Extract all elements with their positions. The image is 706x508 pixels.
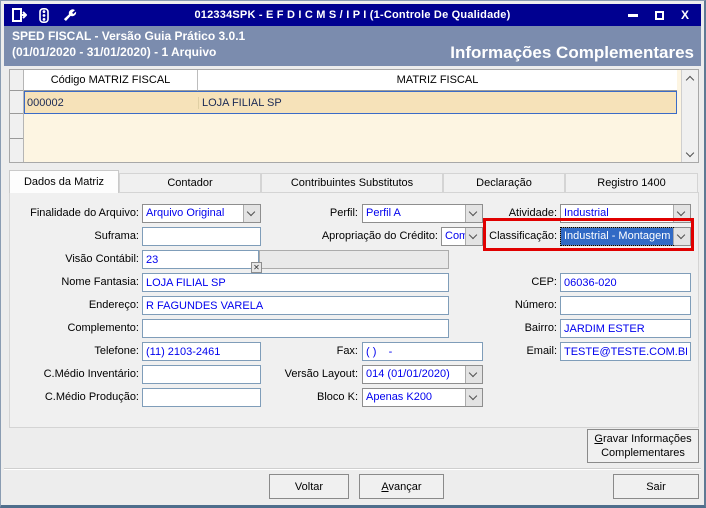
dropdown-arrow-icon[interactable]: [673, 228, 690, 245]
endereco-label: Endereço:: [88, 299, 139, 311]
bloco-k-value: Apenas K200: [366, 391, 433, 403]
exit-icon[interactable]: [11, 7, 27, 23]
column-header-matriz[interactable]: MATRIZ FISCAL: [198, 70, 677, 91]
app-window: 012334SPK - E F D I C M S / I P I (1-Con…: [0, 0, 706, 508]
classificacao-dropdown[interactable]: Industrial - Montagem: [560, 227, 691, 246]
table-scrollbar[interactable]: [681, 70, 698, 162]
avancar-underline: A: [381, 480, 389, 493]
nome-fantasia-label: Nome Fantasia:: [61, 276, 139, 288]
sair-button[interactable]: Sair: [613, 474, 699, 499]
chevron-up-icon: [685, 75, 695, 84]
classificacao-label: Classificação:: [489, 230, 557, 242]
finalidade-label: Finalidade do Arquivo:: [30, 207, 139, 219]
bairro-field[interactable]: [560, 319, 691, 338]
tab-declaracao[interactable]: Declaração: [443, 173, 565, 193]
close-button[interactable]: X: [677, 7, 693, 23]
app-version-line: SPED FISCAL - Versão Guia Prático 3.0.1: [12, 29, 246, 43]
avancar-rest: vançar: [388, 480, 422, 493]
tab-dados-da-matriz[interactable]: Dados da Matriz: [9, 170, 119, 193]
visao-contabil-disabled-area: [259, 250, 449, 269]
visao-contabil-field[interactable]: [142, 250, 259, 269]
email-label: Email:: [526, 345, 557, 357]
dropdown-arrow-icon[interactable]: [465, 389, 482, 406]
table-row[interactable]: 000002 LOJA FILIAL SP: [24, 91, 677, 114]
selector-cell[interactable]: [10, 91, 23, 114]
scroll-up-button[interactable]: [682, 70, 698, 86]
minimize-button[interactable]: [625, 7, 641, 23]
perfil-label: Perfil:: [329, 207, 358, 219]
page-title: Informações Complementares: [450, 43, 694, 62]
maximize-icon: [654, 10, 664, 20]
selector-header-cell: [10, 70, 23, 91]
finalidade-value: Arquivo Original: [146, 207, 225, 219]
versao-layout-label: Versão Layout:: [284, 368, 358, 380]
complemento-field[interactable]: [142, 319, 449, 338]
maximize-button[interactable]: [651, 7, 667, 23]
fax-label: Fax:: [336, 345, 358, 357]
atividade-dropdown[interactable]: Industrial: [560, 204, 691, 223]
suframa-field[interactable]: [142, 227, 261, 246]
atividade-label: Atividade:: [508, 207, 557, 219]
chevron-down-icon: [685, 148, 695, 157]
c-medio-producao-label: C.Médio Produção:: [44, 391, 139, 403]
bloco-k-dropdown[interactable]: Apenas K200: [362, 388, 483, 407]
endereco-field[interactable]: [142, 296, 449, 315]
bottom-divider: [4, 468, 701, 470]
email-field[interactable]: [560, 342, 691, 361]
clear-icon[interactable]: ✕: [251, 262, 262, 273]
complemento-label: Complemento:: [67, 322, 139, 334]
atividade-value: Industrial: [564, 207, 609, 219]
voltar-button[interactable]: Voltar: [269, 474, 349, 499]
suframa-label: Suframa:: [94, 230, 139, 242]
gravar-underline: G: [594, 433, 603, 445]
period-line: (01/01/2020 - 31/01/2020) - 1 Arquivo: [12, 45, 217, 59]
gravar-line2: Complementares: [601, 447, 685, 459]
window-title: 012334SPK - E F D I C M S / I P I (1-Con…: [194, 9, 511, 21]
tab-contador[interactable]: Contador: [119, 173, 261, 193]
scroll-down-button[interactable]: [682, 146, 698, 162]
classificacao-value: Industrial - Montagem: [560, 227, 674, 246]
column-header-codigo[interactable]: Código MATRIZ FISCAL: [24, 70, 198, 91]
numero-field[interactable]: [560, 296, 691, 315]
gravar-informacoes-button[interactable]: Gravar Informações Complementares: [587, 429, 699, 463]
tab-contribuintes-substitutos[interactable]: Contribuintes Substitutos: [261, 173, 443, 193]
traffic-light-icon[interactable]: [36, 7, 52, 23]
bairro-label: Bairro:: [524, 322, 557, 334]
cell-codigo: 000002: [25, 96, 199, 109]
title-bar: 012334SPK - E F D I C M S / I P I (1-Con…: [4, 4, 701, 26]
tab-registro-1400[interactable]: Registro 1400: [565, 173, 698, 193]
header-band: SPED FISCAL - Versão Guia Prático 3.0.1 …: [4, 26, 701, 66]
cep-field[interactable]: [560, 273, 691, 292]
cell-matriz: LOJA FILIAL SP: [202, 96, 282, 109]
telefone-label: Telefone:: [94, 345, 139, 357]
dropdown-arrow-icon[interactable]: [465, 366, 482, 383]
matriz-table: Código MATRIZ FISCAL MATRIZ FISCAL 00000…: [9, 69, 699, 163]
bloco-k-label: Bloco K:: [317, 391, 358, 403]
gravar-line1: ravar Informações: [602, 433, 692, 445]
avancar-button[interactable]: Avançar: [359, 474, 444, 499]
versao-layout-dropdown[interactable]: 014 (01/01/2020): [362, 365, 483, 384]
nome-fantasia-field[interactable]: [142, 273, 449, 292]
wrench-icon[interactable]: [61, 7, 77, 23]
cep-label: CEP:: [531, 276, 557, 288]
dropdown-arrow-icon[interactable]: [673, 205, 690, 222]
apropriacao-label: Apropriação do Crédito:: [321, 230, 438, 242]
close-icon: X: [680, 8, 689, 22]
versao-layout-value: 014 (01/01/2020): [366, 368, 450, 380]
c-medio-inventario-label: C.Médio Inventário:: [43, 368, 139, 380]
selector-cell[interactable]: [10, 114, 23, 139]
minimize-icon: [628, 13, 638, 17]
numero-label: Número:: [514, 299, 557, 311]
selector-cell[interactable]: [10, 139, 23, 162]
visao-contabil-label: Visão Contábil:: [65, 253, 139, 265]
